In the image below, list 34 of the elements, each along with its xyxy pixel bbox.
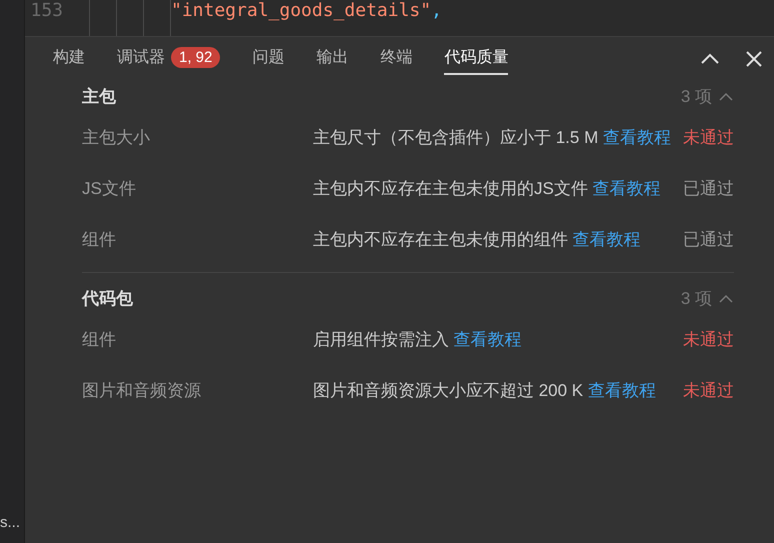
item-count: 3 项 [680,288,712,310]
check-name: 图片和音频资源 [82,380,202,402]
panel-tab[interactable]: 调试器 1, 92 [117,37,220,75]
tutorial-link[interactable]: 查看教程 [602,128,671,147]
check-description: 主包内不应存在主包未使用的JS文件 查看教程 [313,178,662,200]
tutorial-link[interactable]: 查看教程 [572,230,641,249]
check-description: 启用组件按需注入 查看教程 [313,329,523,351]
check-name: JS文件 [82,178,137,200]
panel-tab[interactable]: 构建 [53,37,85,75]
tutorial-link[interactable]: 查看教程 [592,179,661,198]
count-badge: 1, 92 [171,46,220,68]
check-description: 主包尺寸（不包含插件）应小于 1.5 M 查看教程 [313,127,671,149]
item-count: 3 项 [680,86,712,108]
check-name: 组件 [82,229,117,251]
section-title: 代码包 [82,288,133,310]
panel-tab[interactable]: 代码质量 [444,37,508,75]
panel-tab[interactable]: 输出 [316,37,348,75]
check-status: 未通过 [682,380,734,402]
truncated-label: s... [0,514,22,533]
tutorial-link[interactable]: 查看教程 [588,381,656,400]
check-name: 组件 [82,329,117,351]
panel-tab[interactable]: 问题 [252,37,284,75]
check-name: 主包大小 [82,127,151,149]
check-status: 已通过 [682,229,734,251]
check-status: 未通过 [682,329,734,351]
check-description: 图片和音频资源大小应不超过 200 K 查看教程 [313,380,657,402]
panel-tab[interactable]: 终端 [380,37,412,75]
line-number: 153 [29,0,63,22]
check-status: 未通过 [682,127,734,149]
section-title: 主包 [82,86,116,108]
tutorial-link[interactable]: 查看教程 [454,330,522,349]
check-description: 主包内不应存在主包未使用的组件 查看教程 [313,229,642,251]
code-line: "integral_goods_details", [171,0,442,22]
check-status: 已通过 [682,178,734,200]
